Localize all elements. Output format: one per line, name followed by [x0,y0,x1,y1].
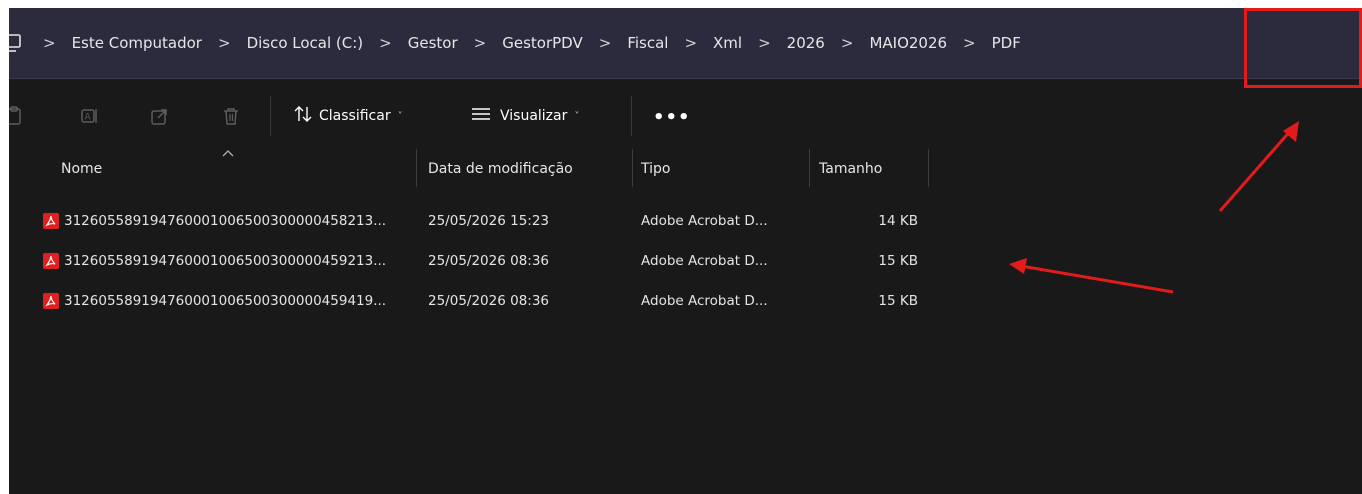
annotation-arrow-up [1218,121,1299,212]
annotation-arrows [1009,121,1299,294]
annotation-arrow-left [1009,258,1174,294]
file-explorer-window: > Este Computador > Disco Local (C:) > G… [9,8,1362,494]
